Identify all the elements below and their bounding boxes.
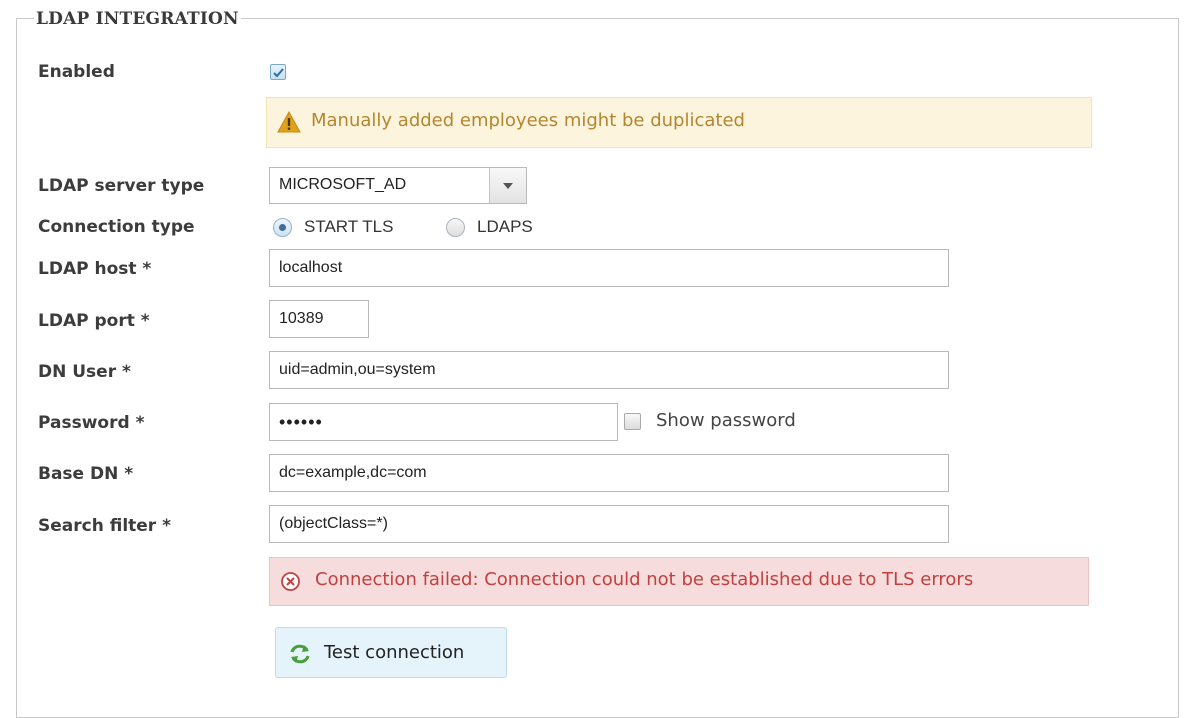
error-text: Connection failed: Connection could not … bbox=[315, 569, 974, 590]
test-connection-button[interactable]: Test connection bbox=[275, 627, 507, 678]
port-input[interactable]: 10389 bbox=[269, 300, 369, 338]
dn-user-label: DN User * bbox=[38, 362, 131, 382]
show-password-label[interactable]: Show password bbox=[656, 410, 796, 431]
show-password-checkbox[interactable] bbox=[624, 413, 641, 430]
host-label: LDAP host * bbox=[38, 259, 152, 279]
warning-triangle-icon bbox=[277, 110, 301, 137]
connection-type-label: Connection type bbox=[38, 217, 195, 237]
base-dn-label: Base DN * bbox=[38, 464, 134, 484]
radio-ldaps-label[interactable]: LDAPS bbox=[477, 217, 533, 237]
search-filter-label: Search filter * bbox=[38, 516, 172, 536]
password-input[interactable]: •••••• bbox=[269, 403, 618, 441]
section-title: LDAP INTEGRATION bbox=[34, 9, 241, 29]
duplicate-warning-banner: Manually added employees might be duplic… bbox=[266, 97, 1092, 148]
port-label: LDAP port * bbox=[38, 311, 150, 331]
error-circle-x-icon bbox=[280, 571, 301, 596]
enabled-checkbox[interactable] bbox=[270, 64, 286, 80]
base-dn-input[interactable]: dc=example,dc=com bbox=[269, 454, 949, 492]
warning-text: Manually added employees might be duplic… bbox=[311, 110, 745, 131]
refresh-arrows-icon bbox=[288, 643, 312, 669]
server-type-value: MICROSOFT_AD bbox=[279, 176, 407, 193]
password-label: Password * bbox=[38, 413, 145, 433]
search-filter-input[interactable]: (objectClass=*) bbox=[269, 505, 949, 543]
radio-start-tls-label[interactable]: START TLS bbox=[304, 217, 393, 237]
host-input[interactable]: localhost bbox=[269, 249, 949, 287]
radio-start-tls[interactable] bbox=[273, 218, 292, 237]
test-connection-label: Test connection bbox=[324, 642, 465, 663]
chevron-down-icon[interactable] bbox=[489, 168, 526, 203]
enabled-label: Enabled bbox=[38, 62, 115, 82]
server-type-label: LDAP server type bbox=[38, 176, 205, 196]
server-type-select[interactable]: MICROSOFT_AD bbox=[269, 167, 527, 204]
checkmark-icon bbox=[273, 68, 284, 78]
radio-ldaps[interactable] bbox=[446, 218, 465, 237]
dn-user-input[interactable]: uid=admin,ou=system bbox=[269, 351, 949, 389]
connection-error-banner: Connection failed: Connection could not … bbox=[269, 557, 1089, 606]
